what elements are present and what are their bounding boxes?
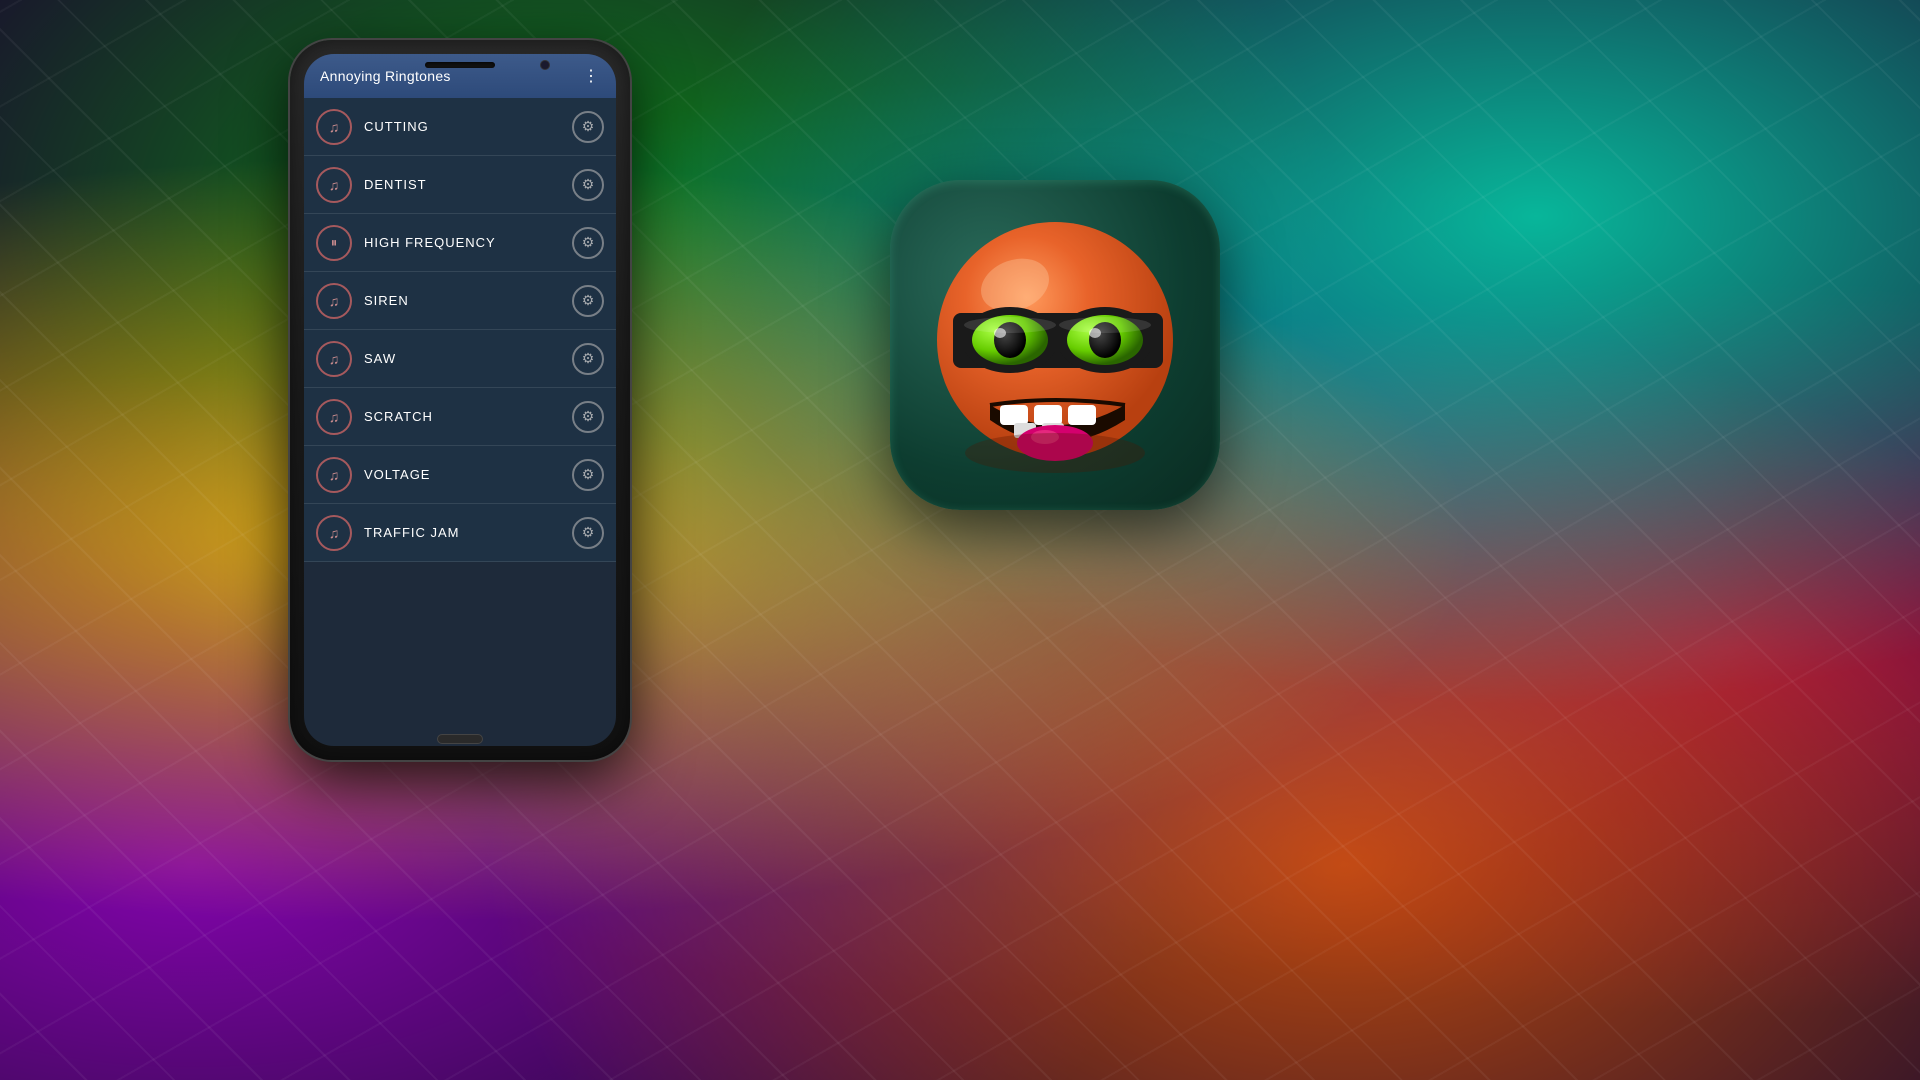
ringtone-name-high-frequency: HIGH FREQUENCY [364, 235, 572, 250]
background [0, 0, 1920, 1080]
ringtone-item-siren[interactable]: ♫ SIREN ⚙ [304, 272, 616, 330]
settings-icon-siren[interactable]: ⚙ [572, 285, 604, 317]
phone-home-button [437, 734, 483, 744]
pause-icon-high-frequency[interactable]: ⏸ [316, 225, 352, 261]
ringtone-item-traffic-jam[interactable]: ♫ TRAFFIC JAM ⚙ [304, 504, 616, 562]
phone-body: Annoying Ringtones ⋮ ♫ CUTTING ⚙ ♫ [290, 40, 630, 760]
play-icon-scratch[interactable]: ♫ [316, 399, 352, 435]
ringtone-name-traffic-jam: TRAFFIC JAM [364, 525, 572, 540]
phone-mockup: Annoying Ringtones ⋮ ♫ CUTTING ⚙ ♫ [290, 40, 630, 760]
ringtone-list: ♫ CUTTING ⚙ ♫ DENTIST ⚙ ⏸ [304, 98, 616, 562]
play-icon-cutting[interactable]: ♫ [316, 109, 352, 145]
app-title: Annoying Ringtones [320, 68, 451, 84]
phone-screen: Annoying Ringtones ⋮ ♫ CUTTING ⚙ ♫ [304, 54, 616, 746]
ringtone-name-siren: SIREN [364, 293, 572, 308]
ringtone-name-scratch: SCRATCH [364, 409, 572, 424]
settings-icon-voltage[interactable]: ⚙ [572, 459, 604, 491]
settings-icon-cutting[interactable]: ⚙ [572, 111, 604, 143]
ringtone-name-dentist: DENTIST [364, 177, 572, 192]
play-icon-traffic-jam[interactable]: ♫ [316, 515, 352, 551]
app-icon-wrapper [890, 180, 1220, 510]
settings-icon-high-frequency[interactable]: ⚙ [572, 227, 604, 259]
menu-dots-icon[interactable]: ⋮ [583, 66, 600, 86]
ringtone-item-saw[interactable]: ♫ SAW ⚙ [304, 330, 616, 388]
app-header: Annoying Ringtones ⋮ [304, 54, 616, 98]
ringtone-name-cutting: CUTTING [364, 119, 572, 134]
ringtone-item-cutting[interactable]: ♫ CUTTING ⚙ [304, 98, 616, 156]
ringtone-item-voltage[interactable]: ♫ VOLTAGE ⚙ [304, 446, 616, 504]
settings-icon-saw[interactable]: ⚙ [572, 343, 604, 375]
ringtone-item-high-frequency[interactable]: ⏸ HIGH FREQUENCY ⚙ [304, 214, 616, 272]
settings-icon-scratch[interactable]: ⚙ [572, 401, 604, 433]
phone-speaker [425, 62, 495, 68]
play-icon-dentist[interactable]: ♫ [316, 167, 352, 203]
play-icon-voltage[interactable]: ♫ [316, 457, 352, 493]
settings-icon-dentist[interactable]: ⚙ [572, 169, 604, 201]
app-icon [890, 180, 1220, 510]
play-icon-saw[interactable]: ♫ [316, 341, 352, 377]
settings-icon-traffic-jam[interactable]: ⚙ [572, 517, 604, 549]
phone-camera [540, 60, 550, 70]
ringtone-item-scratch[interactable]: ♫ SCRATCH ⚙ [304, 388, 616, 446]
ringtone-name-saw: SAW [364, 351, 572, 366]
angry-emoji-svg [915, 205, 1195, 485]
ringtone-item-dentist[interactable]: ♫ DENTIST ⚙ [304, 156, 616, 214]
ringtone-name-voltage: VOLTAGE [364, 467, 572, 482]
play-icon-siren[interactable]: ♫ [316, 283, 352, 319]
